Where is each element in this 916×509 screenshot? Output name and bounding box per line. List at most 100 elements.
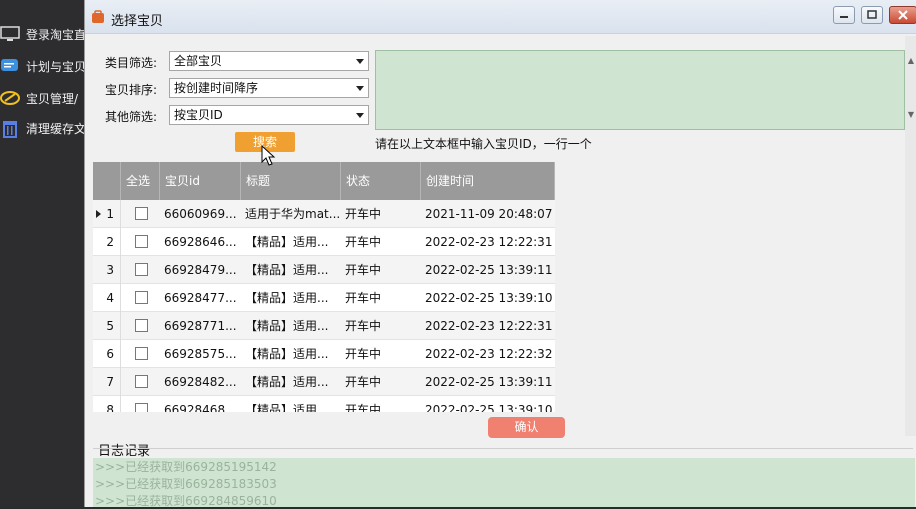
minimize-button[interactable] [833,6,855,24]
title-bar[interactable]: 选择宝贝 [85,0,916,34]
log-divider [93,448,913,449]
monitor-icon [0,24,20,44]
status-cell: 开车中 [345,207,382,221]
other-filter-value: 按宝贝ID [174,108,223,122]
table-row[interactable]: 4 66928477... 【精品】适用... 开车中 2022-02-25 13:39… [93,284,555,312]
category-filter-select[interactable]: 全部宝贝 [169,51,369,71]
item-id-cell: 66928771... [164,319,237,333]
row-select-checkbox[interactable] [135,263,148,276]
log-textbox[interactable]: >>>已经获取到669285195142 >>>已经获取到66928518350… [93,458,915,508]
created-time-cell: 2022-02-23 12:22:31 [425,235,553,249]
confirm-button[interactable]: 确认 [488,417,565,438]
tag-icon [0,88,20,108]
grid-header-title[interactable]: 标题 [241,162,341,200]
title-cell: 【精品】适用... [245,403,329,412]
title-cell: 【精品】适用... [245,375,329,389]
item-id-cell: 66928468... [164,403,237,412]
item-id-hint: 请在以上文本框中输入宝贝ID，一行一个 [375,137,592,151]
row-select-checkbox[interactable] [135,207,148,220]
status-cell: 开车中 [345,319,382,333]
row-number: 5 [93,312,121,340]
status-cell: 开车中 [345,235,382,249]
title-cell: 【精品】适用... [245,291,329,305]
row-number: 6 [93,340,121,368]
table-row[interactable]: 2 66928646... 【精品】适用... 开车中 2022-02-23 12:22… [93,228,555,256]
row-number: 8 [93,396,121,412]
row-select-checkbox[interactable] [135,235,148,248]
log-entry: >>>已经获取到669284859610 [95,494,277,508]
scroll-up-icon[interactable]: ▲ [907,56,915,65]
sidebar-item-label: 清理缓存文 [26,121,86,136]
other-filter-select[interactable]: 按宝贝ID [169,105,369,125]
title-cell: 【精品】适用... [245,235,329,249]
category-filter-value: 全部宝贝 [174,54,223,68]
chevron-down-icon [356,113,364,118]
log-entry: >>>已经获取到669285183503 [95,477,277,491]
grid-header-select-all[interactable]: 全选 [121,162,160,200]
mouse-cursor-icon [261,144,277,167]
sidebar-item-label: 登录淘宝直 [26,27,86,42]
created-time-cell: 2022-02-23 12:22:32 [425,347,553,361]
row-number: 4 [93,284,121,312]
trash-icon [0,118,20,138]
sidebar-item-plans[interactable]: 计划与宝贝 [0,52,86,80]
sort-filter-label: 宝贝排序: [105,83,158,97]
title-cell: 【精品】适用... [245,347,329,361]
table-row[interactable]: 7 66928482... 【精品】适用... 开车中 2022-02-25 13:39… [93,368,555,396]
scroll-down-icon[interactable]: ▼ [907,110,915,119]
title-cell: 适用于华为mat... [245,207,341,221]
log-entry: >>>已经获取到669285195142 [95,460,277,474]
created-time-cell: 2022-02-25 13:39:10 [425,291,553,305]
sidebar-item-manage[interactable]: 宝贝管理/ [0,84,86,112]
row-select-checkbox[interactable] [135,375,148,388]
other-filter-label: 其他筛选: [105,110,158,124]
item-id-cell: 66928479... [164,263,237,277]
item-id-textarea[interactable] [375,50,905,130]
sidebar-item-label: 计划与宝贝 [26,59,86,74]
grid-header-item-id[interactable]: 宝贝id [160,162,241,200]
chevron-down-icon [356,86,364,91]
row-select-checkbox[interactable] [135,291,148,304]
category-filter-label: 类目筛选: [105,56,158,70]
sort-filter-select[interactable]: 按创建时间降序 [169,78,369,98]
select-item-dialog: 选择宝贝 ▲ ▼ 类目筛选: 全部宝贝 宝贝排序: 按创建时间降序 其他筛选: … [84,0,916,508]
chevron-down-icon [356,59,364,64]
sidebar-item-clear-cache[interactable]: 清理缓存文 [0,114,86,142]
row-number: 2 [93,228,121,256]
status-cell: 开车中 [345,347,382,361]
item-id-cell: 66928575... [164,347,237,361]
created-time-cell: 2022-02-25 13:39:11 [425,263,553,277]
item-id-cell: 66928482... [164,375,237,389]
window-title: 选择宝贝 [111,14,164,29]
item-id-cell: 66928646... [164,235,237,249]
item-id-cell: 66928477... [164,291,237,305]
close-button[interactable] [889,6,916,24]
maximize-button[interactable] [861,6,883,24]
created-time-cell: 2021-11-09 20:48:07 [425,207,553,221]
grid-row-header-corner [93,162,121,200]
app-icon [91,10,105,24]
table-row[interactable]: 3 66928479... 【精品】适用... 开车中 2022-02-25 13:39… [93,256,555,284]
log-label: 日志记录 [98,444,151,459]
title-cell: 【精品】适用... [245,319,329,333]
chat-icon [0,56,20,76]
table-row[interactable]: 1 66060969... 适用于华为mat... 开车中 2021-11-09 20:… [93,200,555,228]
item-id-cell: 66060969... [164,207,237,221]
status-cell: 开车中 [345,403,382,412]
row-number: 3 [93,256,121,284]
table-row[interactable]: 8 66928468... 【精品】适用... 开车中 2022-02-25 13:39… [93,396,555,412]
grid-header-status[interactable]: 状态 [341,162,421,200]
row-select-checkbox[interactable] [135,347,148,360]
background-sidebar: 登录淘宝直 计划与宝贝 宝贝管理/ 清理缓存文 [0,0,86,507]
vertical-scrollbar[interactable]: ▲ ▼ [905,36,916,436]
sidebar-item-login[interactable]: 登录淘宝直 [0,20,86,48]
sort-filter-value: 按创建时间降序 [174,81,259,95]
row-select-checkbox[interactable] [135,403,148,412]
table-row[interactable]: 5 66928771... 【精品】适用... 开车中 2022-02-23 12:22… [93,312,555,340]
status-cell: 开车中 [345,291,382,305]
row-select-checkbox[interactable] [135,319,148,332]
grid-header-created-time[interactable]: 创建时间 [421,162,555,200]
created-time-cell: 2022-02-25 13:39:10 [425,403,553,412]
table-row[interactable]: 6 66928575... 【精品】适用... 开车中 2022-02-23 12:22… [93,340,555,368]
created-time-cell: 2022-02-23 12:22:31 [425,319,553,333]
